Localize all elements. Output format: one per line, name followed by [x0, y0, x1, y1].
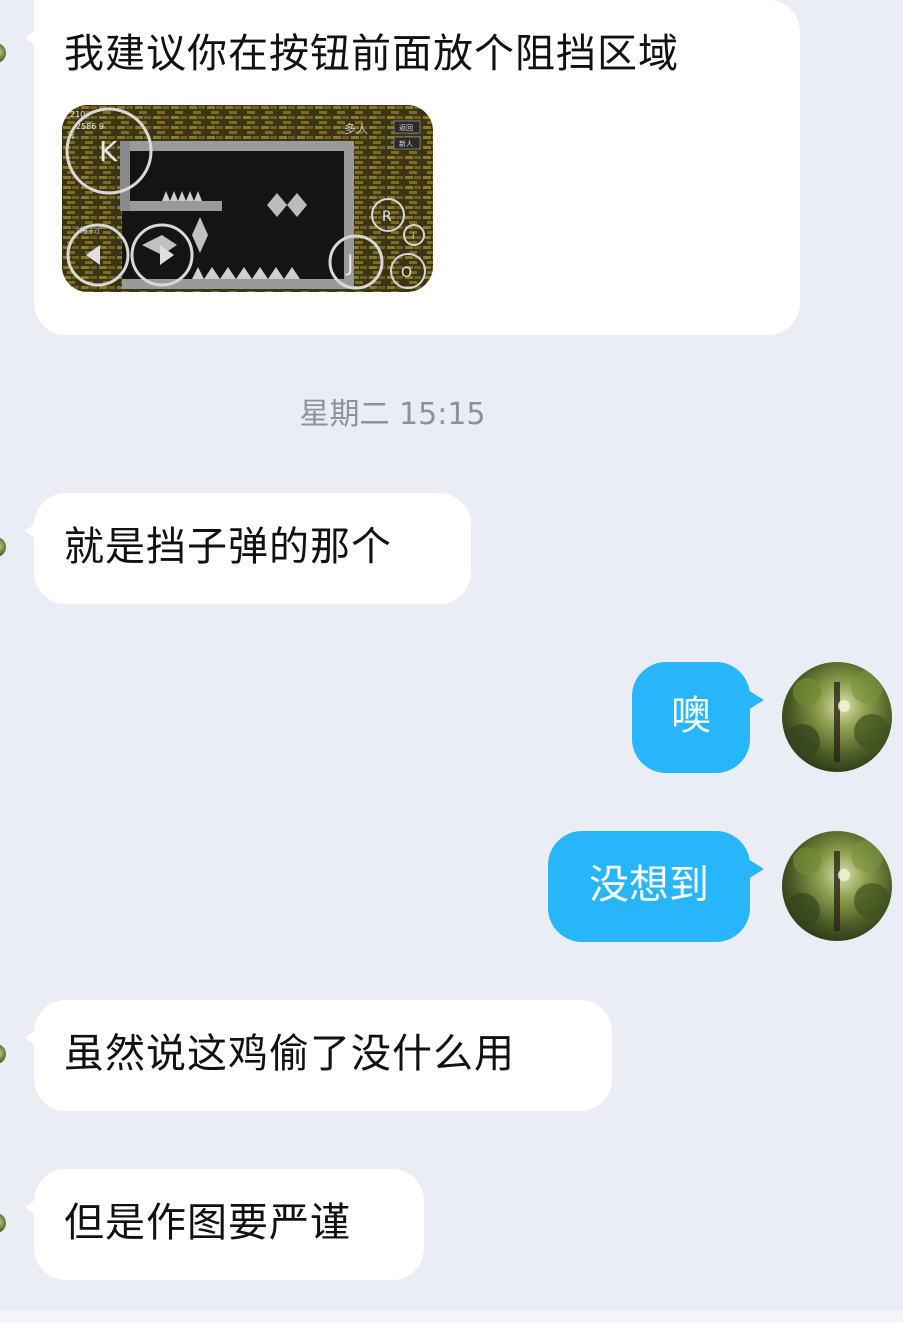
- message-text: 虽然说这鸡偷了没什么用: [64, 1031, 515, 1077]
- bottom-strip: [0, 1310, 903, 1323]
- message-text: 噢: [671, 693, 711, 739]
- forest-avatar-icon: [782, 831, 892, 941]
- menu-btn-1: 返回: [399, 124, 413, 132]
- message-bubble-incoming[interactable]: 就是挡子弹的那个: [25, 493, 471, 604]
- message-bubble-incoming[interactable]: 我建议你在按钮前面放个阻挡区域 210 2586 9 4 多人 返回 新人 试着…: [25, 0, 800, 335]
- self-avatar[interactable]: [782, 662, 892, 772]
- menu-btn-2: 新人: [399, 139, 413, 148]
- btn-r: R: [382, 209, 392, 225]
- self-avatar[interactable]: [782, 831, 892, 941]
- timestamp-divider: 星期二 15:15: [299, 397, 486, 432]
- message-text: 没想到: [589, 862, 709, 908]
- forest-avatar-icon: [782, 662, 892, 772]
- game-screenshot-thumbnail[interactable]: 210 2586 9 4 多人 返回 新人 试着卡过 K J R O i: [62, 105, 433, 292]
- partner-avatar[interactable]: [0, 1044, 6, 1064]
- btn-j: J: [345, 252, 354, 277]
- message-bubble-outgoing[interactable]: 没想到: [548, 831, 764, 942]
- btn-i: i: [412, 232, 415, 242]
- partner-avatar[interactable]: [0, 1213, 6, 1233]
- partner-avatar[interactable]: [0, 537, 6, 557]
- message-bubble-incoming[interactable]: 虽然说这鸡偷了没什么用: [25, 1000, 612, 1111]
- btn-o: O: [401, 265, 412, 281]
- partner-avatar[interactable]: [0, 43, 6, 63]
- chat-area[interactable]: 我建议你在按钮前面放个阻挡区域 210 2586 9 4 多人 返回 新人 试着…: [0, 0, 903, 1310]
- btn-k: K: [99, 135, 118, 168]
- message-bubble-incoming[interactable]: 但是作图要严谨: [25, 1169, 424, 1280]
- game-screenshot-image: 210 2586 9 4 多人 返回 新人 试着卡过 K J R O i: [62, 105, 433, 292]
- hud-score: 2586 9: [76, 122, 104, 131]
- message-text: 我建议你在按钮前面放个阻挡区域: [64, 31, 679, 77]
- message-text: 就是挡子弹的那个: [64, 524, 392, 570]
- message-text: 但是作图要严谨: [64, 1200, 351, 1246]
- message-bubble-outgoing[interactable]: 噢: [632, 662, 764, 773]
- mode-label: 多人: [344, 122, 368, 136]
